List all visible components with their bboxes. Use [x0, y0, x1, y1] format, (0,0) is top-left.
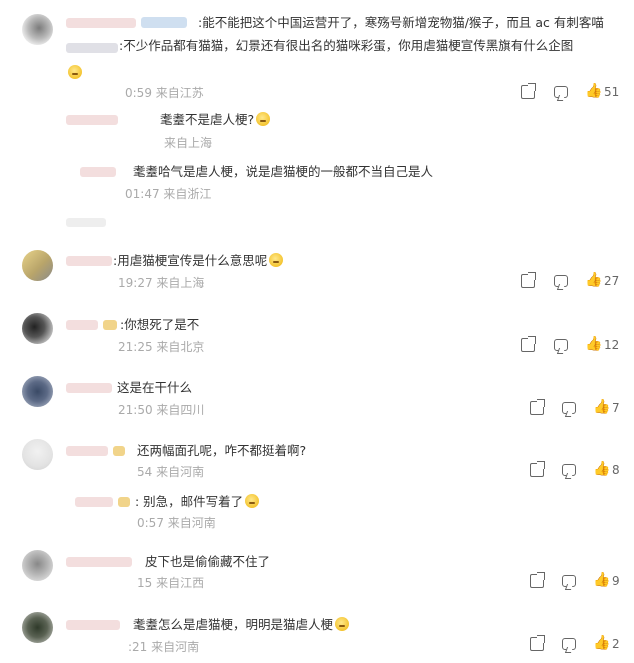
username-blurred[interactable] — [66, 314, 118, 333]
emoji-icon — [335, 617, 350, 631]
timestamp: 0:59 来自江苏 — [125, 86, 204, 100]
thumbs-up-icon[interactable]: 👍 — [585, 273, 602, 287]
thumbs-up-icon[interactable]: 👍 — [585, 84, 602, 98]
avatar[interactable] — [22, 376, 53, 407]
timestamp: 54 来自河南 — [137, 465, 205, 479]
avatar[interactable] — [22, 550, 53, 581]
comment-icon[interactable] — [562, 464, 576, 476]
comment-text: 耄耋怎么是虐猫梗，明明是猫虐人梗 — [133, 617, 334, 632]
thumbs-up-icon[interactable]: 👍 — [585, 337, 602, 351]
avatar[interactable] — [22, 250, 53, 281]
comment-text: 皮下也是偷偷藏不住了 — [145, 554, 271, 569]
like-count: 8 — [612, 463, 620, 477]
timestamp: 0:57 来自河南 — [137, 516, 216, 530]
comment-icon[interactable] — [562, 638, 576, 650]
like-count: 7 — [612, 401, 620, 415]
username-blurred[interactable] — [66, 12, 188, 31]
avatar[interactable] — [22, 612, 53, 643]
username-blurred[interactable] — [66, 551, 132, 570]
avatar[interactable] — [22, 439, 53, 470]
timestamp: 15 来自江西 — [137, 576, 205, 590]
share-icon[interactable] — [530, 461, 545, 477]
username-blurred[interactable] — [66, 440, 126, 459]
timestamp: 21:25 来自北京 — [118, 340, 205, 354]
like-count: 27 — [604, 274, 620, 288]
comment-icon[interactable] — [554, 275, 568, 287]
timestamp: 19:27 来自上海 — [118, 276, 205, 290]
share-icon[interactable] — [530, 399, 545, 415]
comment-icon[interactable] — [562, 402, 576, 414]
share-icon[interactable] — [521, 336, 536, 352]
comment-text: :能不能把这个中国运营开了，寒殇号新增宠物猫/猴子，而且 ac 有刺客喵 — [198, 15, 604, 30]
comment-text: : 别急，邮件写着了 — [135, 494, 244, 509]
username-blurred[interactable] — [66, 37, 118, 56]
comment-text: :你想死了是不 — [120, 317, 200, 332]
username-blurred[interactable] — [75, 491, 131, 510]
emoji-icon — [269, 253, 284, 267]
username-blurred[interactable] — [66, 377, 112, 396]
thumbs-up-icon[interactable]: 👍 — [593, 573, 610, 587]
emoji-icon — [256, 112, 271, 126]
emoji-icon — [68, 65, 82, 79]
share-icon[interactable] — [530, 572, 545, 588]
username-blurred[interactable] — [80, 161, 116, 180]
thumbs-up-icon[interactable]: 👍 — [593, 462, 610, 476]
comment-text: :不少作品都有猫猫，幻景还有很出名的猫咪彩蛋，你用虐猫梗宣传黑旗有什么企图 — [119, 38, 574, 53]
username-blurred[interactable] — [66, 109, 118, 128]
comment-icon[interactable] — [554, 339, 568, 351]
comment-text: :用虐猫梗宣传是什么意思呢 — [113, 253, 268, 268]
timestamp: 01:47 来自浙江 — [125, 187, 212, 201]
comment-text: 耄耋哈气是虐人梗，说是虐猫梗的一般都不当自己是人 — [133, 164, 434, 179]
share-icon[interactable] — [521, 83, 536, 99]
username-blurred[interactable] — [66, 614, 120, 633]
like-count: 2 — [612, 637, 620, 651]
like-count: 9 — [612, 574, 620, 588]
comment-icon[interactable] — [554, 86, 568, 98]
username-blurred[interactable] — [66, 250, 112, 269]
like-count: 12 — [604, 338, 620, 352]
avatar[interactable] — [22, 14, 53, 45]
emoji-icon — [245, 494, 260, 508]
timestamp: 来自上海 — [164, 136, 213, 150]
avatar[interactable] — [22, 313, 53, 344]
comment-text: 还两幅面孔呢，咋不都挺着啊? — [137, 443, 307, 458]
comment-icon[interactable] — [562, 575, 576, 587]
share-icon[interactable] — [521, 272, 536, 288]
expand-hint-blurred[interactable] — [66, 212, 106, 231]
thumbs-up-icon[interactable]: 👍 — [593, 400, 610, 414]
like-count: 51 — [604, 85, 620, 99]
timestamp: :21 来自河南 — [128, 640, 200, 654]
comment-text: 耄耋不是虐人梗? — [160, 112, 255, 127]
thumbs-up-icon[interactable]: 👍 — [593, 636, 610, 650]
comment-text: 这是在干什么 — [117, 380, 193, 395]
timestamp: 21:50 来自四川 — [118, 403, 205, 417]
share-icon[interactable] — [530, 635, 545, 651]
